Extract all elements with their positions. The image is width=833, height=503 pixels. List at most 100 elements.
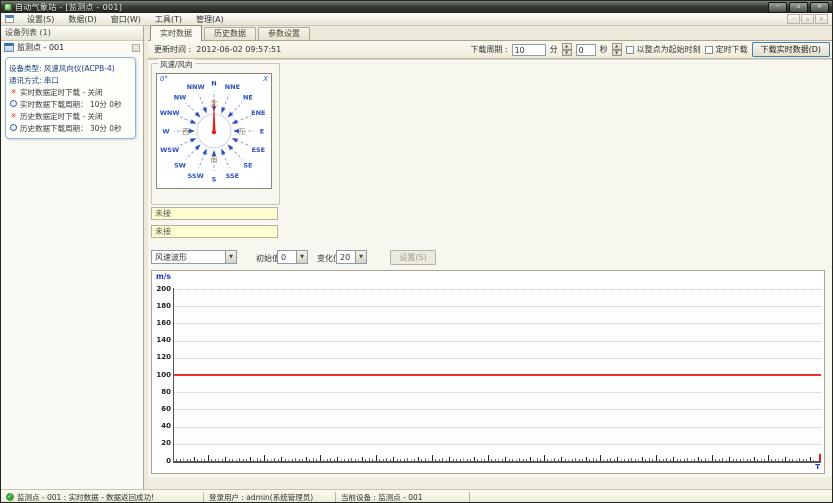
x-minor-tick bbox=[250, 457, 251, 461]
status-bar: ✓ 监测点 - 001 : 实时数据 - 数据返回成功! 登录用户 : admi… bbox=[1, 489, 832, 503]
download-period-label: 下载周期 : bbox=[470, 44, 507, 55]
scroll-thumb-icon[interactable]: T bbox=[815, 463, 820, 471]
menu-settings[interactable]: 设置(S) bbox=[20, 14, 61, 25]
info-device-type: 设备类型: 风速风向仪(ACPB-4) bbox=[9, 62, 132, 74]
x-minor-tick bbox=[414, 459, 415, 461]
svg-text:WSW: WSW bbox=[160, 146, 179, 154]
child-minimize-icon[interactable]: ─ bbox=[787, 14, 800, 24]
x-minor-tick bbox=[432, 455, 433, 461]
waveform-select[interactable]: 风速波形 ▼ bbox=[151, 250, 237, 264]
svg-text:ESE: ESE bbox=[252, 146, 266, 154]
x-minor-tick bbox=[418, 457, 419, 461]
title-bar: 自动气象站 - [监测点 - 001] ─ ▫ ✕ bbox=[1, 1, 832, 13]
x-minor-tick bbox=[194, 457, 195, 461]
x-minor-tick bbox=[383, 459, 384, 461]
x-minor-tick bbox=[684, 459, 685, 461]
tab-parameter-settings[interactable]: 参数设置 bbox=[258, 27, 310, 40]
status-device-message: ✓ 监测点 - 001 : 实时数据 - 数据返回成功! bbox=[1, 490, 203, 503]
x-minor-tick bbox=[607, 459, 608, 461]
spin-down-icon[interactable]: ▼ bbox=[562, 50, 572, 57]
whole-hour-checkbox[interactable] bbox=[626, 46, 634, 54]
svg-text:NW: NW bbox=[174, 94, 187, 102]
tab-history-data[interactable]: 历史数据 bbox=[204, 27, 256, 40]
spin-down-icon[interactable]: ▼ bbox=[612, 50, 622, 57]
tab-realtime-data[interactable]: 实时数据 bbox=[150, 25, 202, 41]
chevron-down-icon[interactable]: ▼ bbox=[225, 251, 236, 263]
x-minor-tick bbox=[796, 459, 797, 461]
x-minor-tick bbox=[446, 459, 447, 461]
device-info-tooltip: 设备类型: 风速风向仪(ACPB-4) 通讯方式: 串口 ✕ 实时数据定时下载 … bbox=[5, 57, 136, 139]
x-minor-tick bbox=[680, 459, 681, 461]
minimize-icon[interactable]: ─ bbox=[768, 2, 787, 13]
chevron-down-icon[interactable]: ▼ bbox=[355, 251, 366, 263]
node-note-icon[interactable] bbox=[132, 44, 140, 52]
main-area: 实时数据 历史数据 参数设置 更新时间 : 2012-06-02 09:57:5… bbox=[148, 26, 833, 489]
x-minor-tick bbox=[183, 458, 184, 461]
x-minor-tick bbox=[778, 458, 779, 461]
seconds-stepper[interactable]: ▲ ▼ bbox=[612, 43, 622, 56]
menu-tools[interactable]: 工具(T) bbox=[148, 14, 189, 25]
svg-text:ENE: ENE bbox=[251, 109, 265, 117]
x-minor-tick bbox=[799, 458, 800, 461]
x-minor-tick bbox=[523, 459, 524, 461]
menu-manage[interactable]: 管理(A) bbox=[189, 14, 231, 25]
mdi-document-icon bbox=[5, 15, 14, 23]
download-realtime-button[interactable]: 下载实时数据(D) bbox=[752, 42, 830, 57]
seconds-unit-label: 秒 bbox=[600, 44, 608, 55]
info-history-timer: ✕ 历史数据定时下载 - 关闭 bbox=[9, 110, 132, 122]
x-minor-tick bbox=[701, 459, 702, 461]
x-minor-tick bbox=[288, 459, 289, 461]
x-minor-tick bbox=[463, 458, 464, 461]
close-icon[interactable]: ✕ bbox=[810, 2, 829, 13]
change-value-select[interactable]: 20 ▼ bbox=[336, 250, 367, 264]
svg-text:SW: SW bbox=[174, 161, 186, 169]
x-minor-tick bbox=[334, 459, 335, 461]
x-minor-tick bbox=[239, 458, 240, 461]
x-minor-tick bbox=[442, 458, 443, 461]
x-minor-tick bbox=[327, 459, 328, 461]
x-minor-tick bbox=[547, 459, 548, 461]
menu-window[interactable]: 窗口(W) bbox=[104, 14, 148, 25]
x-minor-tick bbox=[271, 459, 272, 461]
seconds-field[interactable]: 0 bbox=[576, 44, 596, 56]
set-button[interactable]: 设置(S) bbox=[390, 250, 436, 265]
maximize-icon[interactable]: ▫ bbox=[789, 2, 808, 13]
svg-text:SSW: SSW bbox=[188, 172, 204, 180]
initial-value-select[interactable]: 0 ▼ bbox=[277, 250, 308, 264]
gridline bbox=[174, 323, 821, 324]
x-minor-tick bbox=[813, 459, 814, 461]
device-icon bbox=[4, 43, 14, 52]
x-minor-tick bbox=[621, 459, 622, 461]
menu-data[interactable]: 数据(D) bbox=[61, 14, 103, 25]
svg-text:NNE: NNE bbox=[225, 83, 240, 91]
chevron-down-icon[interactable]: ▼ bbox=[296, 251, 307, 263]
compass: 0° X NNNENEENEEESESESSESSSWSWWSWWWNWNWNN… bbox=[156, 73, 272, 189]
x-minor-tick bbox=[369, 458, 370, 461]
x-minor-tick bbox=[407, 458, 408, 461]
child-close-icon[interactable]: ✕ bbox=[815, 14, 828, 24]
x-minor-tick bbox=[292, 459, 293, 461]
whole-hour-checkbox-group[interactable]: 以整点为起始时刻 bbox=[626, 44, 701, 55]
svg-text:E: E bbox=[260, 128, 264, 136]
x-minor-tick bbox=[218, 458, 219, 461]
x-minor-tick bbox=[351, 458, 352, 461]
x-minor-tick bbox=[617, 457, 618, 461]
timed-download-checkbox[interactable] bbox=[705, 46, 713, 54]
x-minor-tick bbox=[404, 459, 405, 461]
x-minor-tick bbox=[204, 459, 205, 461]
x-minor-tick bbox=[253, 459, 254, 461]
y-tick-label: 0 bbox=[152, 457, 171, 465]
x-minor-tick bbox=[358, 459, 359, 461]
minutes-stepper[interactable]: ▲ ▼ bbox=[562, 43, 572, 56]
minutes-field[interactable]: 10 bbox=[512, 44, 546, 56]
child-restore-icon[interactable]: ▫ bbox=[801, 14, 814, 24]
device-tree-node[interactable]: 监测点 - 001 bbox=[1, 41, 143, 54]
status-separator bbox=[469, 492, 470, 503]
x-minor-tick bbox=[726, 459, 727, 461]
x-minor-tick bbox=[565, 459, 566, 461]
y-tick-label: 120 bbox=[152, 353, 171, 361]
svg-text:S: S bbox=[212, 176, 217, 184]
x-axis bbox=[173, 461, 821, 463]
timed-download-checkbox-group[interactable]: 定时下载 bbox=[705, 44, 748, 55]
x-minor-tick bbox=[278, 459, 279, 461]
